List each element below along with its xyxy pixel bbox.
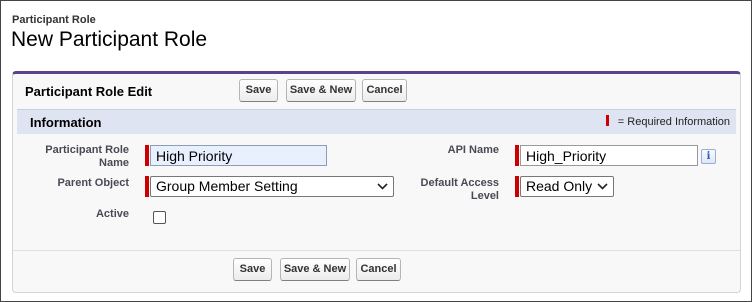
chevron-down-icon xyxy=(377,183,388,190)
chevron-down-icon xyxy=(597,183,608,190)
save-and-new-button-bottom[interactable]: Save & New xyxy=(280,258,350,281)
parent-object-selected: Group Member Setting xyxy=(156,178,298,194)
access-level-select[interactable]: Read Only xyxy=(520,176,614,197)
page-frame: Participant Role New Participant Role Pa… xyxy=(0,0,752,302)
required-legend-text: = Required Information xyxy=(617,116,730,128)
info-icon[interactable]: i xyxy=(701,149,716,164)
parent-object-required-marker xyxy=(145,176,149,197)
access-level-label: Default Access Level xyxy=(420,177,499,202)
api-name-label: API Name xyxy=(447,144,499,156)
cancel-button-bottom[interactable]: Cancel xyxy=(356,258,401,281)
role-name-required-marker xyxy=(145,145,149,166)
save-button-bottom[interactable]: Save xyxy=(233,258,272,281)
access-level-selected: Read Only xyxy=(526,178,593,194)
panel-header: Participant Role Edit Save Save & New Ca… xyxy=(13,74,740,108)
edit-panel: Participant Role Edit Save Save & New Ca… xyxy=(12,71,741,293)
role-name-label: Participant Role Name xyxy=(45,144,129,169)
access-level-required-marker xyxy=(515,176,519,197)
save-button-top[interactable]: Save xyxy=(239,79,278,102)
role-name-input[interactable] xyxy=(150,145,327,166)
section-title: Information xyxy=(30,115,102,130)
object-label: Participant Role xyxy=(12,14,96,26)
panel-title: Participant Role Edit xyxy=(25,84,153,99)
cancel-button-top[interactable]: Cancel xyxy=(362,79,407,102)
api-name-required-marker xyxy=(515,145,519,166)
parent-object-select[interactable]: Group Member Setting xyxy=(150,176,394,197)
section-header: Information = Required Information xyxy=(17,109,736,134)
active-checkbox[interactable] xyxy=(153,211,166,224)
parent-object-label: Parent Object xyxy=(57,177,129,189)
save-and-new-button-top[interactable]: Save & New xyxy=(286,79,356,102)
required-legend: = Required Information xyxy=(605,115,730,128)
footer-divider xyxy=(13,250,740,251)
active-label: Active xyxy=(95,208,129,220)
page-title: New Participant Role xyxy=(11,28,208,51)
required-marker-icon xyxy=(605,115,609,126)
api-name-input[interactable] xyxy=(520,145,698,166)
